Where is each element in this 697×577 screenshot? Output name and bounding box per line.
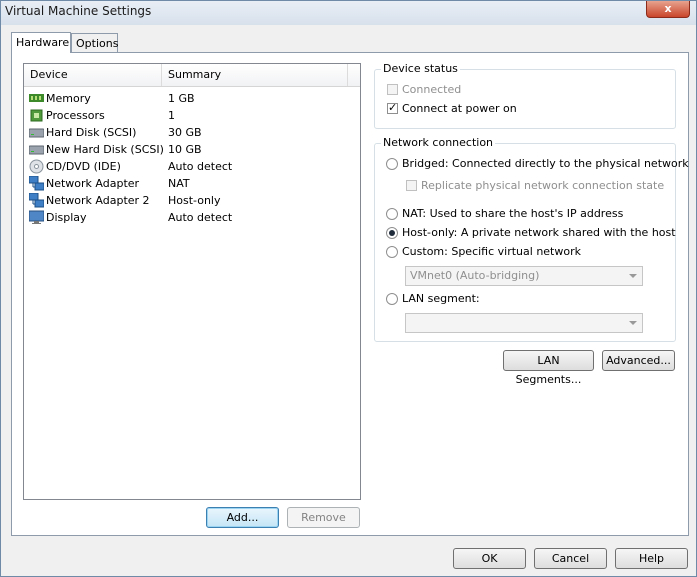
table-row[interactable]: New Hard Disk (SCSI) 10 GB	[24, 141, 360, 158]
cd-dvd-icon	[29, 159, 44, 174]
custom-network-dropdown[interactable]: VMnet0 (Auto-bridging)	[405, 266, 643, 286]
tab-hardware[interactable]: Hardware	[11, 32, 71, 53]
chevron-down-icon	[629, 274, 637, 278]
table-row[interactable]: Memory 1 GB	[24, 90, 360, 107]
connected-checkbox[interactable]	[387, 84, 398, 95]
check-icon: ✓	[388, 101, 398, 114]
device-column-header[interactable]: Device	[24, 64, 162, 86]
processor-icon	[30, 109, 43, 122]
connect-at-power-on-checkbox[interactable]: ✓	[387, 101, 398, 114]
close-button[interactable]: x	[646, 1, 690, 18]
vm-settings-window: Virtual Machine Settings x Hardware Opti…	[0, 0, 697, 577]
table-row[interactable]: Network Adapter 2 Host-only	[24, 192, 360, 209]
table-row[interactable]: Processors 1	[24, 107, 360, 124]
nat-radio[interactable]	[386, 208, 398, 220]
lan-segment-dropdown[interactable]	[405, 313, 643, 333]
table-row[interactable]: CD/DVD (IDE) Auto detect	[24, 158, 360, 175]
network-adapter-icon	[29, 176, 44, 191]
window-title: Virtual Machine Settings	[5, 4, 152, 18]
cancel-button[interactable]: Cancel	[534, 548, 607, 569]
table-row[interactable]: Network Adapter NAT	[24, 175, 360, 192]
chevron-down-icon	[629, 321, 637, 325]
custom-radio[interactable]	[386, 246, 398, 258]
table-row[interactable]: Display Auto detect	[24, 209, 360, 226]
device-list[interactable]: Device Summary Memory 1 GB Processors 1 …	[23, 63, 361, 500]
network-adapter-icon	[29, 193, 44, 208]
tab-options[interactable]: Options	[71, 33, 118, 52]
add-button[interactable]: Add...	[206, 507, 279, 528]
radio-selected-dot	[389, 230, 395, 236]
device-status-label: Device status	[381, 62, 460, 75]
remove-button[interactable]: Remove	[287, 507, 360, 528]
memory-icon	[29, 94, 44, 102]
hard-disk-icon	[29, 145, 44, 155]
close-icon: x	[664, 2, 672, 15]
table-row[interactable]: Hard Disk (SCSI) 30 GB	[24, 124, 360, 141]
host-only-radio[interactable]	[386, 227, 398, 239]
advanced-button[interactable]: Advanced...	[602, 350, 675, 371]
device-list-header: Device Summary	[24, 64, 360, 87]
hard-disk-icon	[29, 128, 44, 138]
ok-button[interactable]: OK	[453, 548, 526, 569]
replicate-checkbox[interactable]	[406, 180, 417, 191]
network-connection-label: Network connection	[381, 136, 496, 149]
summary-column-header[interactable]: Summary	[162, 64, 348, 86]
help-button[interactable]: Help	[615, 548, 688, 569]
display-icon	[29, 210, 44, 224]
network-connection-group: Network connection Bridged: Connected di…	[374, 136, 689, 342]
title-bar[interactable]: Virtual Machine Settings x	[1, 1, 696, 25]
device-status-group: Device status Connected ✓ Connect at pow…	[374, 62, 676, 129]
lan-segment-radio[interactable]	[386, 293, 398, 305]
bridged-radio[interactable]	[386, 158, 398, 170]
lan-segments-button[interactable]: LAN Segments...	[503, 350, 594, 386]
